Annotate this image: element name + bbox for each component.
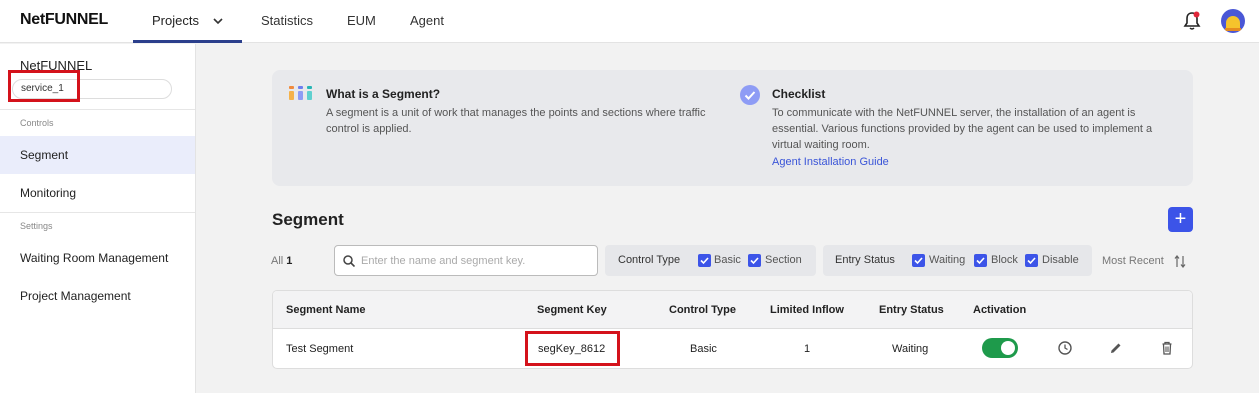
add-segment-button[interactable]: + xyxy=(1168,207,1193,232)
section-label-controls: Controls xyxy=(20,118,54,128)
sort-arrows-icon xyxy=(1174,255,1186,268)
control-type-label: Control Type xyxy=(618,254,681,266)
checkbox-section-label: Section xyxy=(765,254,802,266)
sidebar-item-waiting-room-management[interactable]: Waiting Room Management xyxy=(0,239,195,277)
clock-icon[interactable] xyxy=(1057,340,1073,356)
sidebar-item-project-management[interactable]: Project Management xyxy=(0,277,195,315)
highlight-box xyxy=(525,331,620,366)
activation-toggle[interactable] xyxy=(982,338,1018,358)
column-header-limited-inflow[interactable]: Limited Inflow xyxy=(770,291,844,329)
divider xyxy=(0,109,195,110)
checkbox-block-label: Block xyxy=(991,254,1018,266)
segment-bars-icon xyxy=(289,86,312,100)
toggle-knob xyxy=(1001,341,1015,355)
avatar-icon xyxy=(1225,16,1241,31)
divider xyxy=(0,212,195,213)
sidebar-item-monitoring[interactable]: Monitoring xyxy=(0,174,195,212)
search-input[interactable] xyxy=(361,252,589,270)
column-header-segment-name[interactable]: Segment Name xyxy=(286,291,365,329)
column-header-activation[interactable]: Activation xyxy=(973,291,1026,329)
segment-info-text-1: A segment is a unit of work that manages… xyxy=(326,107,706,119)
column-header-segment-key[interactable]: Segment Key xyxy=(537,291,607,329)
table-header: Segment Name Segment Key Control Type Li… xyxy=(273,291,1192,329)
sidebar: NetFUNNEL service_1 Controls Segment Mon… xyxy=(0,44,196,393)
edit-pencil-icon[interactable] xyxy=(1108,340,1124,356)
segment-section-title: Segment xyxy=(272,210,344,229)
sort-label: Most Recent xyxy=(1102,255,1164,267)
sidebar-item-segment[interactable]: Segment xyxy=(0,136,195,174)
segment-table: Segment Name Segment Key Control Type Li… xyxy=(272,290,1193,369)
segment-info-text-2: control is applied. xyxy=(326,123,412,135)
search-icon xyxy=(343,255,355,267)
checklist-text-1: To communicate with the NetFUNNEL server… xyxy=(772,107,1136,119)
tab-statistics[interactable]: Statistics xyxy=(261,0,313,43)
search-box[interactable] xyxy=(334,245,598,276)
delete-trash-icon[interactable] xyxy=(1159,340,1175,356)
cell-entry-status: Waiting xyxy=(892,343,929,355)
checkbox-section[interactable] xyxy=(748,254,761,267)
section-label-settings: Settings xyxy=(20,221,53,231)
cell-segment-name[interactable]: Test Segment xyxy=(286,329,353,368)
checkbox-basic[interactable] xyxy=(698,254,711,267)
checkbox-waiting[interactable] xyxy=(912,254,925,267)
segment-info-title: What is a Segment? xyxy=(326,87,441,101)
all-label: All xyxy=(271,255,284,267)
checkbox-waiting-label: Waiting xyxy=(929,254,966,266)
tab-eum[interactable]: EUM xyxy=(347,0,376,43)
app-logo[interactable]: NetFUNNEL xyxy=(20,11,108,29)
user-avatar[interactable] xyxy=(1221,9,1245,33)
checklist-text-3: virtual waiting room. xyxy=(772,139,870,151)
column-header-entry-status[interactable]: Entry Status xyxy=(879,291,944,329)
tab-agent[interactable]: Agent xyxy=(410,0,444,43)
checkbox-disable[interactable] xyxy=(1025,254,1038,267)
tab-projects[interactable]: Projects xyxy=(133,0,242,43)
checkbox-disable-label: Disable xyxy=(1042,254,1079,266)
tab-projects-label: Projects xyxy=(152,13,199,28)
checklist-title: Checklist xyxy=(772,87,826,101)
highlight-box xyxy=(8,70,80,102)
checkbox-basic-label: Basic xyxy=(714,254,741,266)
entry-status-filter: Entry Status Waiting Block Disable xyxy=(823,245,1092,276)
all-count: All 1 xyxy=(271,255,292,267)
checklist-text-2: essential. Various functions provided by… xyxy=(772,123,1153,135)
cell-limited-inflow: 1 xyxy=(804,343,811,355)
entry-status-label: Entry Status xyxy=(835,254,895,266)
top-navigation: NetFUNNEL Projects Statistics EUM Agent xyxy=(0,0,1259,43)
sort-dropdown[interactable]: Most Recent xyxy=(1102,255,1186,268)
column-header-control-type[interactable]: Control Type xyxy=(669,291,736,329)
info-card: What is a Segment? A segment is a unit o… xyxy=(272,70,1193,186)
checkbox-block[interactable] xyxy=(974,254,987,267)
control-type-filter: Control Type Basic Section xyxy=(605,245,816,276)
cell-control-type: Basic xyxy=(690,343,717,355)
agent-installation-guide-link[interactable]: Agent Installation Guide xyxy=(772,156,889,168)
all-count-value: 1 xyxy=(286,255,293,267)
notification-bell-icon[interactable] xyxy=(1183,11,1201,31)
chevron-down-icon xyxy=(213,18,223,25)
check-circle-icon xyxy=(740,85,760,105)
